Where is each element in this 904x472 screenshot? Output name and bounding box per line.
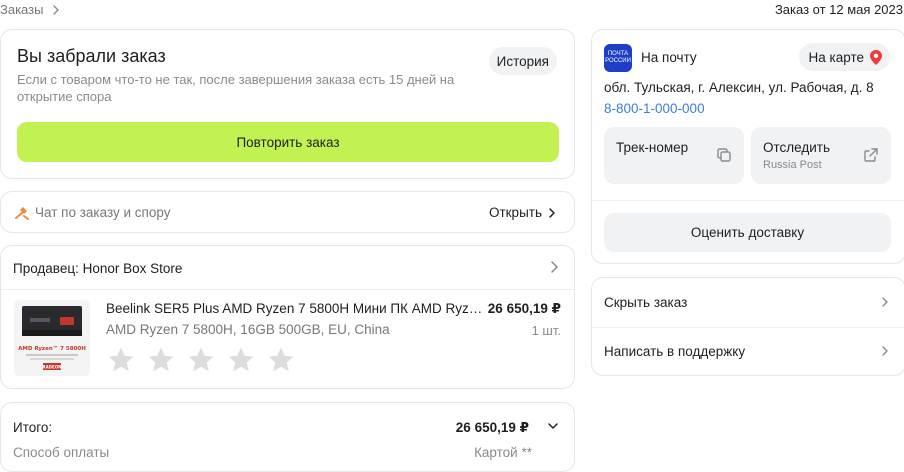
star-icon[interactable] — [266, 345, 296, 375]
order-status-card: Вы забрали заказ Если с товаром что-то н… — [0, 29, 575, 179]
seller-card: Продавец: Honor Box Store AMD Ryzen™ 7 5… — [0, 245, 575, 389]
divider — [592, 200, 904, 201]
payment-method-label: Способ оплаты — [13, 445, 110, 460]
chat-open-label: Открыть — [488, 205, 542, 220]
product-title[interactable]: Beelink SER5 Plus AMD Ryzen 7 5800H Мини… — [106, 301, 486, 316]
track-number-tile[interactable]: Трек-номер — [604, 127, 744, 184]
product-variant: AMD Ryzen 7 5800H, 16GB 500GB, EU, China — [106, 322, 390, 337]
chevron-right-icon — [53, 4, 60, 15]
star-icon[interactable] — [226, 345, 256, 375]
track-shipment-tile[interactable]: Отследить Russia Post — [751, 127, 891, 184]
order-date: Заказ от 12 мая 2023 — [774, 2, 903, 17]
top-bar: Заказы Заказ от 12 мая 2023 — [0, 0, 904, 20]
product-image[interactable]: AMD Ryzen™ 7 5800H RADEON — [14, 300, 90, 376]
image-badge-text: AMD Ryzen™ 7 5800H — [18, 345, 86, 352]
repeat-order-button[interactable]: Повторить заказ — [17, 122, 559, 162]
product-price: 26 650,19 ₽ — [487, 301, 561, 316]
status-title: Вы забрали заказ — [17, 46, 166, 66]
history-button[interactable]: История — [488, 47, 557, 75]
chevron-right-icon — [882, 346, 888, 356]
chevron-right-icon — [549, 207, 555, 218]
hammer-icon — [15, 207, 29, 220]
chevron-right-icon — [882, 297, 888, 307]
star-icon[interactable] — [146, 345, 176, 375]
seller-name: Продавец: Honor Box Store — [13, 261, 183, 276]
breadcrumb-orders[interactable]: Заказы — [0, 2, 43, 17]
divider — [592, 327, 904, 328]
copy-icon[interactable] — [716, 147, 732, 163]
chat-card[interactable]: Чат по заказу и спору Открыть — [0, 191, 575, 233]
rating-stars — [106, 345, 296, 375]
delivery-card: ПОЧТА РОССИИ На почту На карте обл. Туль… — [591, 29, 904, 264]
logo-text-line2: РОССИИ — [605, 58, 631, 64]
status-description: Если с товаром что-то не так, после заве… — [17, 72, 455, 104]
star-icon[interactable] — [186, 345, 216, 375]
external-link-icon[interactable] — [863, 147, 879, 163]
product-quantity: 1 шт. — [531, 323, 561, 338]
contact-support-row[interactable]: Написать в поддержку — [604, 343, 891, 363]
payment-method-value: Картой ** — [474, 445, 532, 460]
russian-post-logo: ПОЧТА РОССИИ — [604, 44, 632, 72]
order-actions-card: Скрыть заказ Написать в поддержку — [591, 277, 904, 376]
breadcrumb[interactable]: Заказы — [0, 2, 63, 17]
rate-delivery-button[interactable]: Оценить доставку — [604, 213, 891, 252]
map-button[interactable]: На карте — [798, 43, 890, 71]
chevron-right-icon — [551, 261, 558, 273]
star-icon[interactable] — [106, 345, 136, 375]
total-value: 26 650,19 ₽ — [455, 420, 529, 435]
chat-open-link[interactable]: Открыть — [489, 205, 558, 220]
total-card: Итого: 26 650,19 ₽ Способ оплаты Картой … — [0, 402, 575, 472]
carrier-name: Russia Post — [763, 159, 822, 171]
delivery-phone[interactable]: 8-800-1-000-000 — [604, 101, 705, 116]
delivery-method: На почту — [641, 50, 697, 65]
contact-support-label: Написать в поддержку — [604, 344, 746, 359]
image-tag-text: RADEON — [43, 365, 62, 370]
seller-row[interactable]: Продавец: Honor Box Store — [13, 260, 561, 280]
track-shipment-label: Отследить — [763, 140, 831, 155]
divider — [1, 289, 574, 290]
chat-label: Чат по заказу и спору — [35, 205, 171, 220]
track-number-label: Трек-номер — [616, 140, 689, 155]
map-button-label: На карте — [808, 49, 864, 65]
chevron-down-icon[interactable] — [547, 420, 559, 432]
total-label: Итого: — [13, 420, 53, 435]
hide-order-row[interactable]: Скрыть заказ — [604, 294, 891, 314]
logo-text-line1: ПОЧТА — [607, 51, 629, 57]
delivery-address: обл. Тульская, г. Алексин, ул. Рабочая, … — [604, 80, 874, 95]
mini-pc-image: AMD Ryzen™ 7 5800H RADEON — [14, 300, 90, 376]
hide-order-label: Скрыть заказ — [604, 295, 688, 310]
map-pin-icon — [870, 49, 882, 65]
